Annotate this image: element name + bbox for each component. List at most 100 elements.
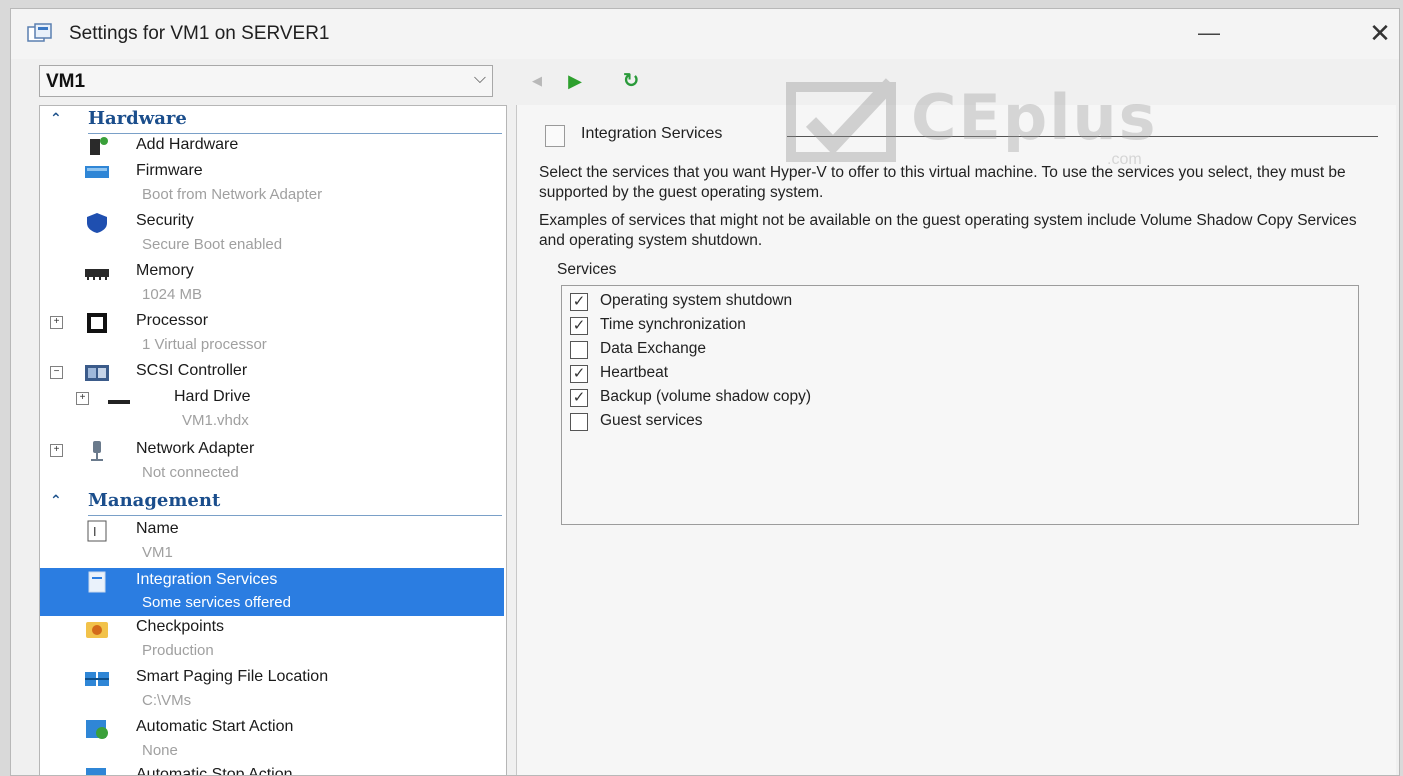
tree-item-detail: C:\VMs [142, 692, 192, 709]
settings-window: Settings for VM1 on SERVER1 — ✕ VM1 ⌵ ◀ … [10, 8, 1400, 776]
services-label: Services [557, 261, 617, 278]
tree-item-label: Add Hardware [136, 136, 239, 153]
tree-item-automatic-stop[interactable]: Automatic Stop Action [40, 766, 504, 776]
add-hardware-icon [90, 137, 108, 155]
tree-item-add-hardware[interactable]: Add Hardware [40, 136, 504, 162]
tree-item-detail: Secure Boot enabled [142, 236, 283, 253]
checkbox[interactable]: ✓ [570, 365, 588, 383]
chevron-down-icon: ⌵ [473, 70, 486, 87]
section-header-hardware[interactable]: ⌃ Hardware [40, 108, 506, 136]
firmware-icon [85, 166, 109, 178]
minimize-button[interactable]: — [1191, 17, 1227, 49]
tree-item-detail: Some services offered [142, 594, 291, 611]
settings-tree: ⌃ Hardware Add Hardware Firmware Boot fr… [39, 105, 507, 776]
section-divider [88, 515, 502, 516]
group-divider [787, 136, 1378, 137]
services-list: ✓ Operating system shutdown ✓ Time synch… [561, 285, 1359, 525]
checkbox[interactable]: ✓ [570, 317, 588, 335]
tree-item-label: Smart Paging File Location [136, 668, 329, 685]
window-title: Settings for VM1 on SERVER1 [69, 23, 330, 44]
vm-selector-value: VM1 [46, 71, 86, 92]
service-data-exchange[interactable]: Data Exchange [570, 338, 1070, 360]
tree-item-memory[interactable]: Memory 1024 MB [40, 262, 504, 310]
tree-item-label: Name [136, 520, 179, 537]
tree-item-automatic-start[interactable]: Automatic Start Action None [40, 718, 504, 766]
section-label: Hardware [88, 108, 187, 129]
tree-item-detail: None [142, 742, 178, 759]
settings-window-icon [27, 23, 52, 42]
tree-item-label: SCSI Controller [136, 362, 248, 379]
collapse-chevron-icon: ⌃ [50, 492, 62, 508]
close-button[interactable]: ✕ [1365, 17, 1395, 49]
tree-item-hard-drive[interactable]: + Hard Drive VM1.vhdx [40, 388, 504, 438]
section-divider [88, 133, 502, 134]
checkbox[interactable]: ✓ [570, 389, 588, 407]
service-backup[interactable]: ✓ Backup (volume shadow copy) [570, 386, 1070, 408]
tree-item-label: Security [136, 212, 194, 229]
service-label: Heartbeat [600, 364, 669, 381]
service-label: Operating system shutdown [600, 292, 793, 309]
tree-item-label: Integration Services [136, 571, 278, 588]
back-arrow-icon[interactable]: ◀ [525, 69, 549, 93]
checkbox[interactable] [570, 341, 588, 359]
network-adapter-icon [91, 441, 103, 461]
refresh-icon[interactable]: ↻ [619, 69, 643, 93]
tree-item-label: Network Adapter [136, 440, 255, 457]
service-label: Data Exchange [600, 340, 706, 357]
integration-services-page-icon [545, 125, 565, 147]
examples-text: Examples of services that might not be a… [539, 212, 1357, 249]
automatic-start-icon [86, 720, 108, 739]
tree-item-label: Memory [136, 262, 194, 279]
service-heartbeat[interactable]: ✓ Heartbeat [570, 362, 1070, 384]
tree-item-detail: Production [142, 642, 214, 659]
tree-item-detail: VM1 [142, 544, 173, 561]
checkbox[interactable]: ✓ [570, 293, 588, 311]
collapse-toggle[interactable]: − [50, 366, 63, 379]
tree-item-label: Automatic Stop Action [136, 766, 293, 776]
tree-item-smart-paging[interactable]: Smart Paging File Location C:\VMs [40, 668, 504, 716]
svg-text:I: I [93, 525, 97, 539]
tree-item-network-adapter[interactable]: + Network Adapter Not connected [40, 440, 504, 490]
tree-item-firmware[interactable]: Firmware Boot from Network Adapter [40, 162, 504, 212]
name-icon: I [87, 520, 107, 542]
processor-icon [87, 313, 107, 333]
panel-title: Integration Services [581, 125, 731, 143]
tree-item-scsi-controller[interactable]: − SCSI Controller [40, 362, 504, 388]
tree-item-label: Checkpoints [136, 618, 225, 635]
collapse-chevron-icon: ⌃ [50, 110, 62, 126]
tree-item-processor[interactable]: + Processor 1 Virtual processor [40, 312, 504, 360]
integration-services-icon [88, 571, 106, 593]
tree-item-detail: 1024 MB [142, 286, 203, 303]
tree-item-name[interactable]: I Name VM1 [40, 520, 504, 568]
description-text: Select the services that you want Hyper-… [539, 164, 1346, 201]
navigation-toolbar: ◀ ▶ ↻ [521, 65, 661, 97]
smart-paging-icon [85, 672, 109, 686]
title-bar: Settings for VM1 on SERVER1 — ✕ [11, 9, 1399, 59]
tree-item-label: Automatic Start Action [136, 718, 294, 735]
memory-icon [85, 269, 109, 280]
service-guest-services[interactable]: Guest services [570, 410, 1070, 432]
tree-item-detail: Boot from Network Adapter [142, 186, 323, 203]
tree-item-checkpoints[interactable]: Checkpoints Production [40, 618, 504, 666]
tree-item-security[interactable]: Security Secure Boot enabled [40, 212, 504, 262]
tree-item-label: Processor [136, 312, 209, 329]
scsi-controller-icon [85, 365, 109, 381]
service-label: Guest services [600, 412, 703, 429]
expand-toggle[interactable]: + [50, 316, 63, 329]
section-header-management[interactable]: ⌃ Management [40, 490, 506, 518]
hard-drive-icon [108, 400, 130, 404]
next-arrow-icon[interactable]: ▶ [563, 69, 587, 93]
service-time-synchronization[interactable]: ✓ Time synchronization [570, 314, 1070, 336]
tree-item-detail: 1 Virtual processor [142, 336, 267, 353]
tree-item-label: Hard Drive [174, 388, 251, 405]
checkbox[interactable] [570, 413, 588, 431]
vm-selector-dropdown[interactable]: VM1 ⌵ [39, 65, 493, 97]
service-label: Backup (volume shadow copy) [600, 388, 812, 405]
service-operating-system-shutdown[interactable]: ✓ Operating system shutdown [570, 290, 1070, 312]
expand-toggle[interactable]: + [76, 392, 89, 405]
tree-item-label: Firmware [136, 162, 203, 179]
tree-item-detail: VM1.vhdx [182, 412, 249, 429]
shield-icon [87, 213, 107, 233]
expand-toggle[interactable]: + [50, 444, 63, 457]
tree-item-integration-services[interactable]: Integration Services Some services offer… [40, 568, 504, 616]
